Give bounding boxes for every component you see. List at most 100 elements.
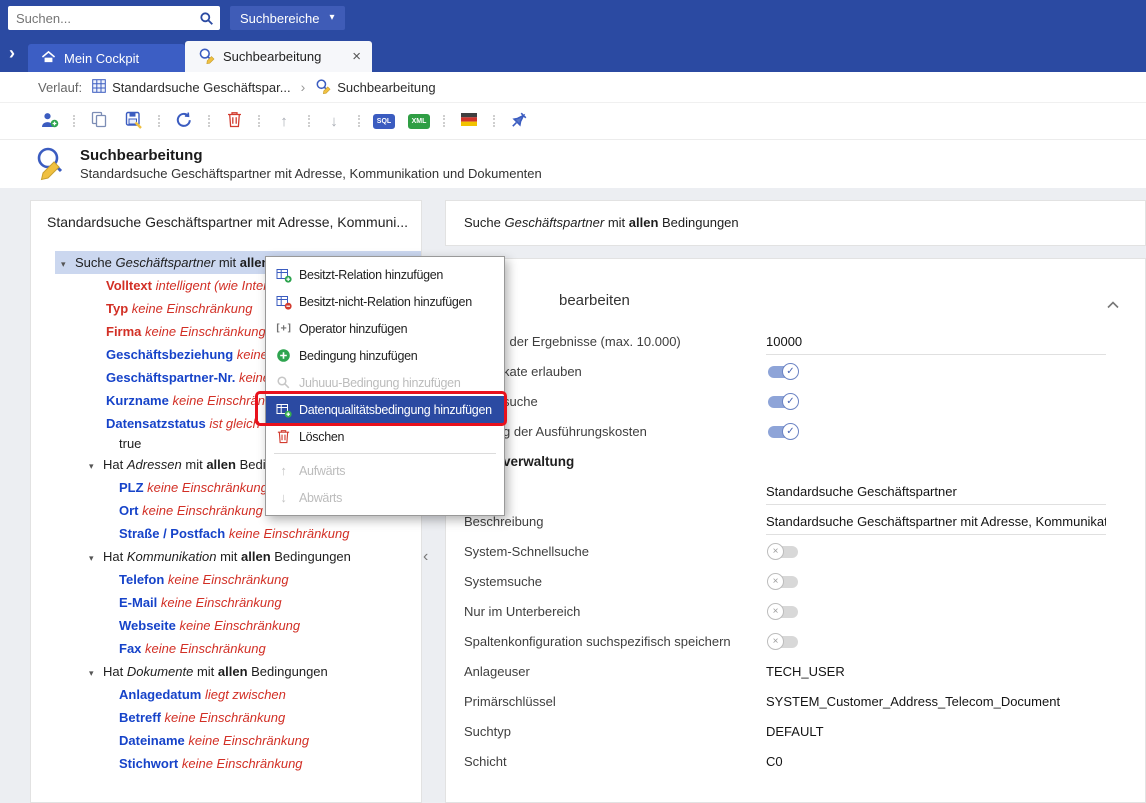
menu-item-add-operator[interactable]: [+] Operator hinzufügen	[266, 315, 504, 342]
tree-row[interactable]: Stichwort keine Einschränkung	[31, 752, 421, 775]
tree-row[interactable]: Telefon keine Einschränkung	[31, 568, 421, 591]
detail-section-header: bearbeiten	[559, 292, 630, 309]
menu-item-delete[interactable]: Löschen	[266, 423, 504, 450]
toggle-off[interactable]: ×	[768, 546, 798, 558]
collapse-panel-icon[interactable]: ‹	[423, 549, 428, 565]
tree-text: keine Einschränkung	[229, 526, 350, 541]
field-label: Schicht	[464, 747, 507, 777]
table-remove-icon	[275, 294, 292, 310]
sql-button[interactable]: SQL	[373, 109, 395, 133]
tree-text: mit	[193, 664, 218, 679]
tab-label: Mein Cockpit	[64, 51, 139, 66]
search-scope-button[interactable]: Suchbereiche ▾	[230, 6, 345, 30]
tree-row[interactable]: Straße / Postfach keine Einschränkung	[31, 522, 421, 545]
detail-row: AnlageuserTECH_USER	[446, 657, 1145, 687]
detail-row: Spaltenkonfiguration suchspezifisch spei…	[446, 627, 1145, 657]
refresh-button[interactable]	[173, 109, 195, 133]
xml-button[interactable]: XML	[408, 109, 430, 133]
tab-mein-cockpit[interactable]: Mein Cockpit	[28, 44, 185, 72]
tree-row[interactable]: ▾Hat Dokumente mit allen Bedingungen	[31, 660, 421, 683]
menu-item-add-relation[interactable]: Besitzt-Relation hinzufügen	[266, 261, 504, 288]
node-header-text: Suche	[464, 215, 504, 230]
tree-row[interactable]: Anlagedatum liegt zwischen	[31, 683, 421, 706]
delete-icon	[227, 111, 242, 131]
field-value: C0	[766, 747, 783, 777]
tree-row[interactable]: Betreff keine Einschränkung	[31, 706, 421, 729]
detail-rows: l der Ergebnisse (max. 10.000)10000kate …	[446, 327, 1145, 777]
field-label: Suchtyp	[464, 717, 511, 747]
breadcrumb-label: Standardsuche Geschäftspar...	[112, 80, 291, 95]
toolbar-separator	[493, 115, 495, 127]
expand-arrow-icon[interactable]: ▾	[61, 253, 75, 274]
toolbar-separator	[443, 115, 445, 127]
tree-text: Betreff	[119, 710, 165, 725]
tree-text: Typ	[106, 301, 132, 316]
toolbar: ↑ ↓ SQL XML	[0, 103, 1146, 140]
collapse-section-icon[interactable]	[1107, 297, 1119, 312]
move-down-button[interactable]: ↓	[323, 109, 345, 133]
expand-arrow-icon[interactable]: ▾	[89, 547, 103, 568]
tree-row[interactable]: Fax keine Einschränkung	[31, 637, 421, 660]
menu-item-label: Operator hinzufügen	[299, 322, 407, 336]
tab-suchbearbeitung[interactable]: Suchbearbeitung ×	[185, 41, 372, 72]
tree-text: Firma	[106, 324, 145, 339]
menu-item-label: Löschen	[299, 430, 344, 444]
toggle-on[interactable]: ✓	[768, 366, 798, 378]
chevron-down-icon: ▾	[330, 13, 335, 23]
add-person-icon	[40, 111, 59, 132]
field-value[interactable]: Standardsuche Geschäftspartner	[766, 480, 1106, 505]
breadcrumb-label: Suchbearbeitung	[337, 80, 435, 95]
new-record-button[interactable]	[38, 109, 60, 133]
application-window: Suchbereiche ▾ › Mein Cockpit Suchbearbe…	[0, 0, 1146, 803]
history-label: Verlauf:	[38, 80, 82, 95]
expand-arrow-icon[interactable]: ▾	[89, 455, 103, 476]
tree-text: keine Einschränkung	[145, 641, 266, 656]
menu-item-add-condition[interactable]: Bedingung hinzufügen	[266, 342, 504, 369]
tree-text: intelligent (wie Interne	[156, 278, 282, 293]
table-add-icon	[275, 267, 292, 283]
toggle-off[interactable]: ×	[768, 606, 798, 618]
detail-row: verwaltung	[446, 447, 1145, 477]
tree-text: Geschäftspartner-Nr.	[106, 370, 239, 385]
tree-text: Stichwort	[119, 756, 182, 771]
tree-text: allen	[241, 549, 271, 564]
tree-row[interactable]: ▾Hat Kommunikation mit allen Bedingungen	[31, 545, 421, 568]
expand-arrow-icon[interactable]: ▾	[89, 662, 103, 683]
delete-button[interactable]	[223, 109, 245, 133]
global-search[interactable]	[8, 6, 220, 30]
field-value[interactable]: Standardsuche Geschäftspartner mit Adres…	[766, 510, 1106, 535]
toggle-on[interactable]: ✓	[768, 426, 798, 438]
tree-text: Geschäftspartner	[115, 255, 215, 270]
menu-item-move-down[interactable]: ↓Abwärts	[266, 484, 504, 511]
tree-text: keine Einschränkung	[182, 756, 303, 771]
tree-row[interactable]: Webseite keine Einschränkung	[31, 614, 421, 637]
move-up-button[interactable]: ↑	[273, 109, 295, 133]
tree-text: keine Einschränkung	[165, 710, 286, 725]
menu-item-add-not-relation[interactable]: Besitzt-nicht-Relation hinzufügen	[266, 288, 504, 315]
save-button[interactable]	[123, 109, 145, 133]
toggle-off[interactable]: ×	[768, 576, 798, 588]
toolbar-separator	[358, 115, 360, 127]
language-button[interactable]	[458, 109, 480, 133]
toggle-off[interactable]: ×	[768, 636, 798, 648]
breadcrumb-item-standardsuche[interactable]: Standardsuche Geschäftspar...	[92, 79, 291, 96]
nav-expand-icon[interactable]: ›	[9, 43, 15, 63]
pin-button[interactable]	[508, 109, 530, 133]
operator-icon: [+]	[275, 323, 292, 334]
menu-item-label: Aufwärts	[299, 464, 345, 478]
search-icon[interactable]	[199, 11, 214, 26]
tree-row[interactable]: Dateiname keine Einschränkung	[31, 729, 421, 752]
close-icon[interactable]: ×	[352, 48, 361, 65]
breadcrumb-item-suchbearbeitung[interactable]: Suchbearbeitung	[315, 78, 435, 97]
menu-item-add-juhuuu-condition[interactable]: Juhuuu-Bedingung hinzufügen	[266, 369, 504, 396]
menu-item-move-up[interactable]: ↑Aufwärts	[266, 457, 504, 484]
search-edit-icon	[315, 78, 331, 97]
tree-row[interactable]: E-Mail keine Einschränkung	[31, 591, 421, 614]
tree-text: Fax	[119, 641, 145, 656]
search-input[interactable]	[14, 10, 199, 27]
copy-button[interactable]	[88, 109, 110, 133]
toggle-on[interactable]: ✓	[768, 396, 798, 408]
menu-item-add-dataquality-condition[interactable]: Datenqualitätsbedingung hinzufügen	[266, 396, 504, 423]
tree-text: keine Einschränkung	[161, 595, 282, 610]
field-value[interactable]: 10000	[766, 330, 1106, 355]
